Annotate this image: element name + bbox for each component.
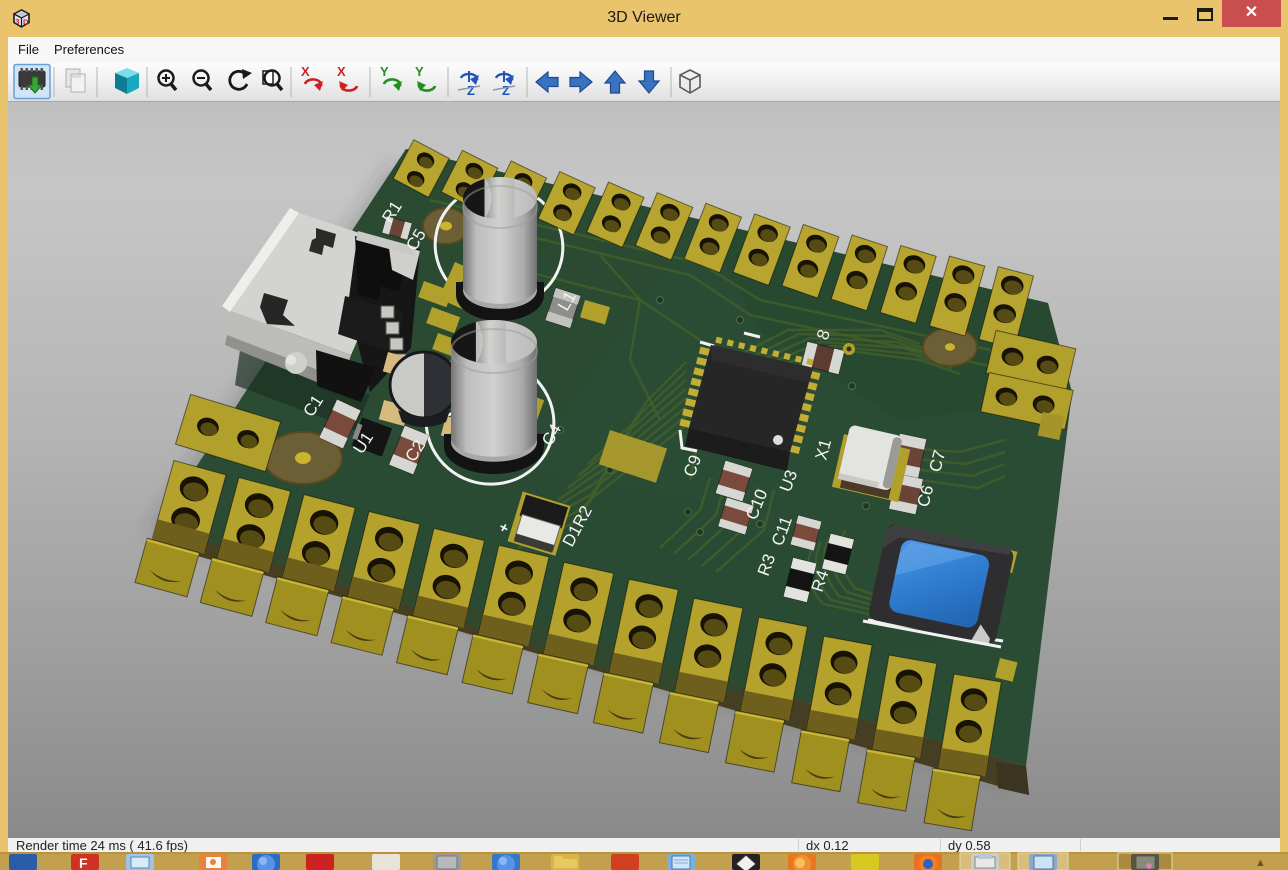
svg-text:F: F xyxy=(79,855,88,870)
svg-text:Y: Y xyxy=(415,64,424,79)
svg-text:X: X xyxy=(337,64,346,79)
svg-text:X: X xyxy=(301,64,310,79)
svg-text:Z: Z xyxy=(467,83,475,98)
svg-text:3: 3 xyxy=(15,17,19,26)
svg-text:Z: Z xyxy=(502,83,510,98)
svg-text:▲: ▲ xyxy=(1255,857,1266,869)
svg-text:Y: Y xyxy=(380,64,389,79)
svg-text:D: D xyxy=(23,18,29,27)
